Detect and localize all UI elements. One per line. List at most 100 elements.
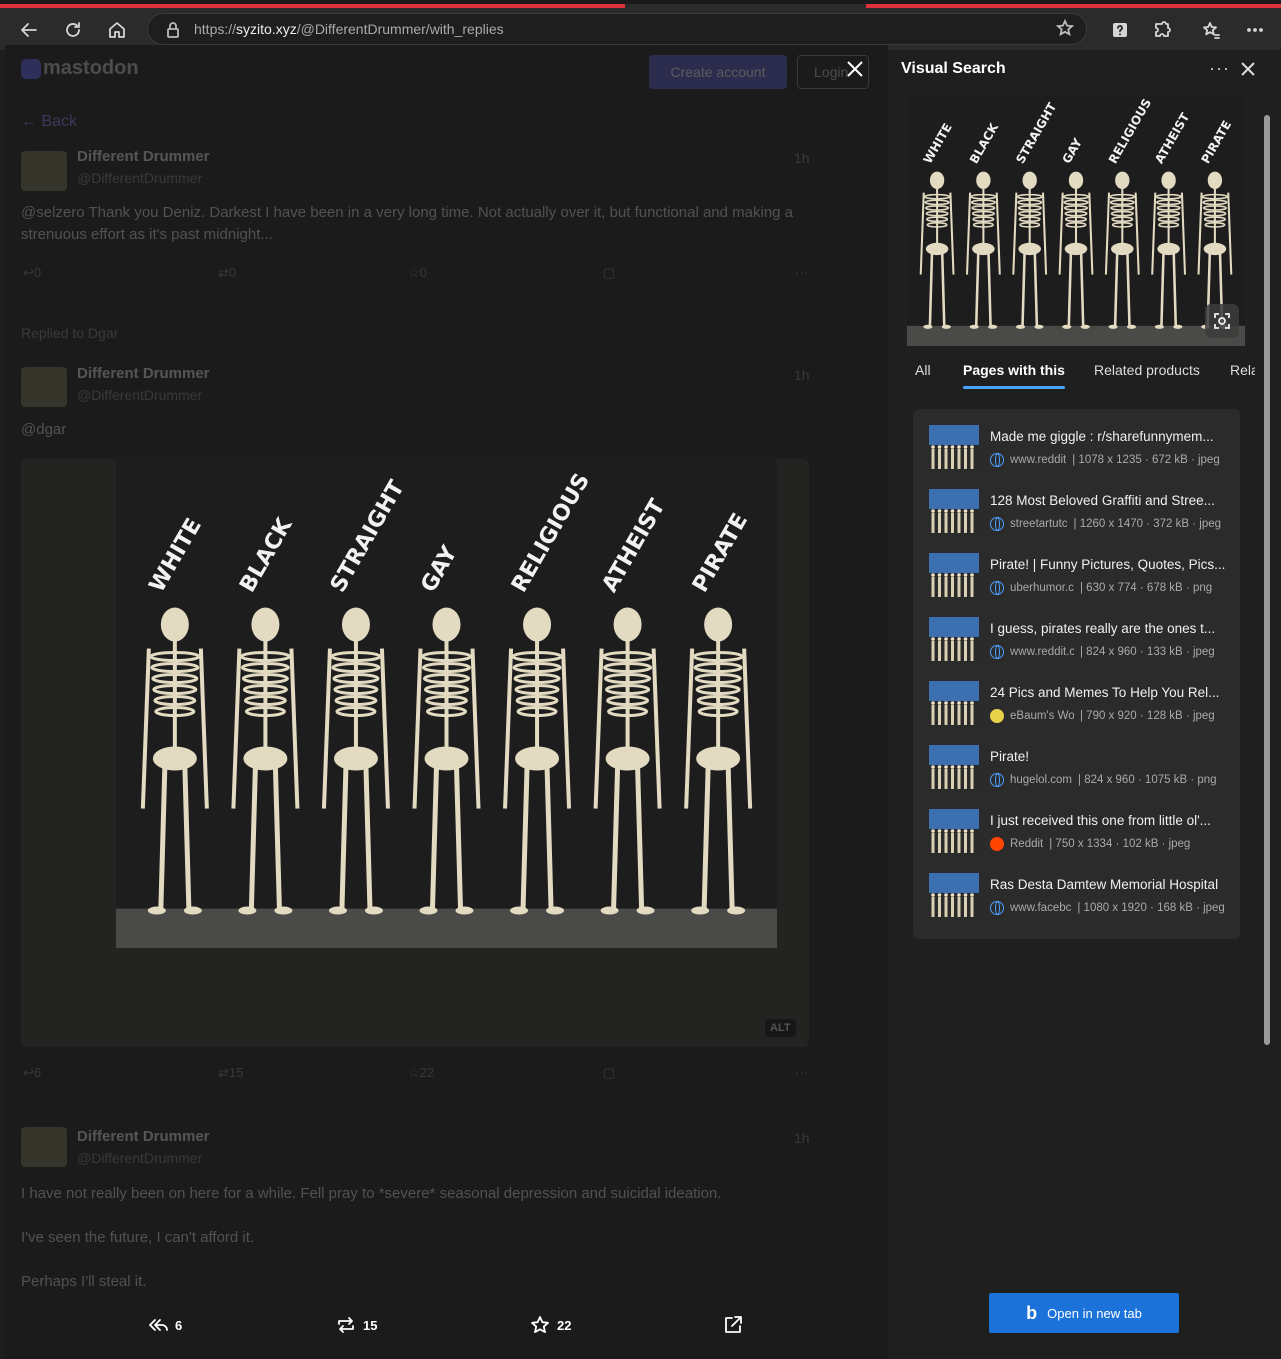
result-details: | 630 x 774 · 678 kB · png <box>1080 582 1213 594</box>
globe-icon <box>990 645 1004 659</box>
result-item[interactable]: I just received this one from little ol'… <box>929 809 1229 861</box>
favourite-button[interactable]: 22 <box>529 1314 571 1336</box>
post-time[interactable]: 1h <box>794 1130 810 1146</box>
more-options-icon[interactable]: ··· <box>1209 58 1230 79</box>
more-icon[interactable]: ··· <box>795 265 808 280</box>
reply-all-button[interactable]: 6 <box>147 1314 182 1336</box>
post-author-handle[interactable]: @DifferentDrummer <box>77 387 202 403</box>
refresh-icon[interactable] <box>59 16 87 44</box>
panel-title: Visual Search <box>901 60 1006 77</box>
favourite-count: 22 <box>419 1065 435 1080</box>
favorite-star-icon[interactable] <box>1055 18 1075 42</box>
panel-scrollbar[interactable] <box>1262 95 1272 1354</box>
lock-icon[interactable] <box>164 21 182 44</box>
boost-count: 0 <box>228 265 237 280</box>
open-external-button[interactable] <box>722 1314 744 1336</box>
result-thumbnail[interactable] <box>929 425 979 473</box>
boost-button[interactable]: ⇄ 0 <box>218 265 236 281</box>
boost-button[interactable]: 15 <box>335 1314 377 1336</box>
close-icon[interactable] <box>1239 60 1257 83</box>
result-item[interactable]: Made me giggle : r/sharefunnymem... www.r… <box>929 425 1229 477</box>
visual-search-scan-icon[interactable] <box>1205 304 1239 338</box>
reply-button[interactable]: ↩ 0 <box>23 265 41 281</box>
extension-help-icon[interactable] <box>1106 16 1134 44</box>
result-title[interactable]: Made me giggle : r/sharefunnymem... <box>990 429 1226 444</box>
bing-icon: b <box>1026 1302 1038 1323</box>
lightbox-actions: 6 15 22 <box>0 1310 888 1344</box>
reply-count: 6 <box>175 1317 183 1333</box>
back-icon[interactable] <box>15 16 43 44</box>
more-icon[interactable]: ··· <box>795 1065 808 1080</box>
result-item[interactable]: I guess, pirates really are the ones t..… <box>929 617 1229 669</box>
url-text[interactable]: https://syzito.xyz/@DifferentDrummer/wit… <box>194 21 504 37</box>
post-time[interactable]: 1h <box>794 367 810 383</box>
result-item[interactable]: 24 Pics and Memes To Help You Rel... eBau… <box>929 681 1229 733</box>
tab-pages-with-this[interactable]: Pages with this <box>963 362 1065 389</box>
tab-all[interactable]: All <box>915 362 931 378</box>
result-title[interactable]: 24 Pics and Memes To Help You Rel... <box>990 685 1226 700</box>
result-title[interactable]: I just received this one from little ol'… <box>990 813 1226 828</box>
replied-to-label[interactable]: Replied to Dgar <box>21 325 118 341</box>
post-time[interactable]: 1h <box>794 150 810 166</box>
tab-strip <box>866 4 1281 8</box>
favourite-button[interactable]: ☆ 0 <box>408 265 427 281</box>
post-text: @dgar <box>21 421 67 438</box>
favorites-icon[interactable] <box>1197 16 1225 44</box>
results-list: Made me giggle : r/sharefunnymem... www.r… <box>913 409 1240 939</box>
avatar[interactable] <box>21 367 67 407</box>
result-thumbnail[interactable] <box>929 809 979 857</box>
result-title[interactable]: Ras Desta Damtew Memorial Hospital <box>990 877 1226 892</box>
result-thumbnail[interactable] <box>929 681 979 729</box>
result-thumbnail[interactable] <box>929 617 979 665</box>
result-thumbnail[interactable] <box>929 745 979 793</box>
open-in-new-tab-button[interactable]: b Open in new tab <box>989 1293 1179 1333</box>
scrollbar-thumb[interactable] <box>1264 115 1270 1045</box>
lightbox-close-icon[interactable] <box>845 59 873 87</box>
post-author-name[interactable]: Different Drummer <box>77 148 210 165</box>
result-title[interactable]: Pirate! | Funny Pictures, Quotes, Pics..… <box>990 557 1226 572</box>
settings-more-icon[interactable] <box>1241 16 1269 44</box>
bookmark-icon[interactable]: ▢ <box>603 1065 615 1081</box>
post-author-name[interactable]: Different Drummer <box>77 1128 210 1145</box>
bookmark-icon[interactable]: ▢ <box>603 265 615 281</box>
tab-related-products[interactable]: Related products <box>1094 362 1200 378</box>
reply-button[interactable]: ↩ 6 <box>23 1065 41 1081</box>
favourite-count: 0 <box>419 265 427 280</box>
ebaums-icon <box>990 709 1004 723</box>
post-author-name[interactable]: Different Drummer <box>77 365 210 382</box>
globe-icon <box>990 517 1004 531</box>
result-meta: hugelol.com | 824 x 960 · 1075 kB · png <box>990 773 1226 787</box>
mastodon-logo[interactable]: mastodon <box>21 57 139 80</box>
result-title[interactable]: Pirate! <box>990 749 1226 764</box>
boost-button[interactable]: ⇄ 15 <box>218 1065 243 1081</box>
result-item[interactable]: 128 Most Beloved Graffiti and Stree... st… <box>929 489 1229 541</box>
post-author-handle[interactable]: @DifferentDrummer <box>77 1150 202 1166</box>
create-account-button[interactable]: Create account <box>649 55 787 89</box>
extensions-icon[interactable] <box>1148 16 1176 44</box>
avatar[interactable] <box>21 151 67 191</box>
result-thumbnail[interactable] <box>929 553 979 601</box>
search-image-preview[interactable]: WHITE BLACK STRAIGHT GAY RELIGIOUS ATHEIST PIR… <box>907 94 1245 346</box>
back-link[interactable]: ← Back <box>21 113 77 131</box>
result-item[interactable]: Pirate! hugelol.com | 824 x 960 · 1075 kB … <box>929 745 1229 797</box>
result-item[interactable]: Ras Desta Damtew Memorial Hospital www.fa… <box>929 873 1229 925</box>
result-item[interactable]: Pirate! | Funny Pictures, Quotes, Pics..… <box>929 553 1229 605</box>
result-details: | 790 x 920 · 128 kB · jpeg <box>1080 710 1215 722</box>
tab-related[interactable]: Rela <box>1230 362 1255 378</box>
result-meta: www.reddit.co | 824 x 960 · 133 kB · jpeg <box>990 645 1226 659</box>
alt-badge[interactable]: ALT <box>765 1019 796 1037</box>
post-author-handle[interactable]: @DifferentDrummer <box>77 170 202 186</box>
result-thumbnail[interactable] <box>929 873 979 921</box>
result-details: | 1078 x 1235 · 672 kB · jpeg <box>1072 454 1220 466</box>
result-title[interactable]: 128 Most Beloved Graffiti and Stree... <box>990 493 1226 508</box>
favourite-button[interactable]: ☆ 22 <box>408 1065 434 1081</box>
result-thumbnail[interactable] <box>929 489 979 537</box>
home-icon[interactable] <box>103 16 131 44</box>
post-actions: ↩ 6 ⇄ 15 ☆ 22 ▢ ··· <box>23 1065 813 1085</box>
lightbox-image[interactable]: WHITE BLACK STRAIGHT GAY RELIGIOUS ATHEIST PIR… <box>116 456 777 948</box>
skeleton-image: WHITE BLACK STRAIGHT GAY RELIGIOUS ATHEIST PIR… <box>116 456 777 948</box>
result-details: | 750 x 1334 · 102 kB · jpeg <box>1049 838 1191 850</box>
avatar[interactable] <box>21 1127 67 1167</box>
result-title[interactable]: I guess, pirates really are the ones t..… <box>990 621 1226 636</box>
address-bar[interactable]: https://syzito.xyz/@DifferentDrummer/wit… <box>147 13 1087 45</box>
